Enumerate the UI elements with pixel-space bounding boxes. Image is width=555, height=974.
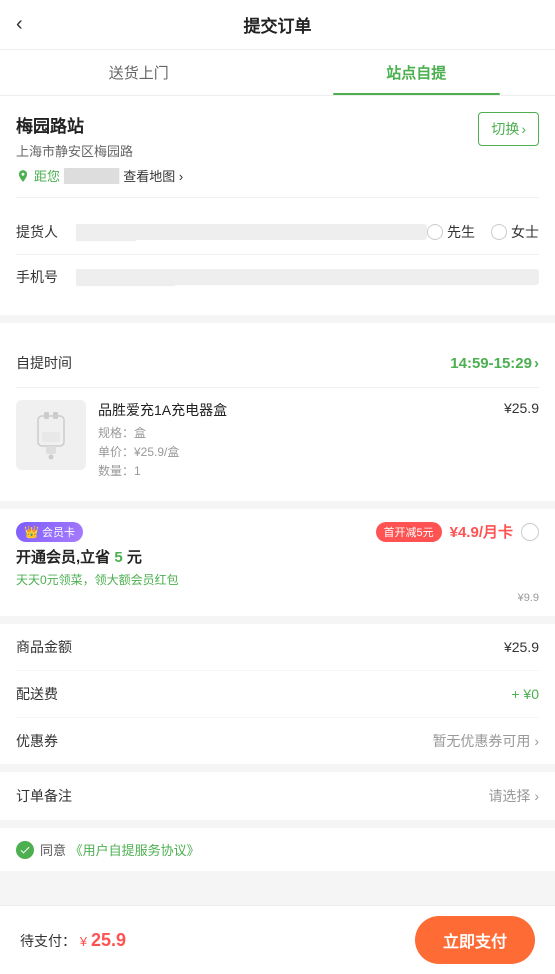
product-info: 品胜爱充1A充电器盒 规格：盒 单价：¥25.9/盒 数量：1: [98, 400, 492, 481]
member-card[interactable]: 👑 会员卡 首开减5元 ¥4.9/月卡 开通会员,立省 5 元 天天0元领菜，领…: [0, 509, 555, 616]
agreement-text: 同意 《用户自提服务协议》: [40, 840, 200, 859]
radio-mr[interactable]: 先生: [427, 222, 475, 242]
pay-button[interactable]: 立即支付: [415, 916, 535, 964]
pickup-person-row: 提货人 ██████ 先生 女士: [16, 210, 539, 255]
divider: [16, 197, 539, 198]
price-delivery-value: + ¥0: [511, 686, 539, 702]
product-qty: 数量：1: [98, 462, 492, 479]
member-subtitle: 天天0元领菜，领大额会员红包: [16, 571, 539, 588]
bottom-bar: 待支付： ¥ 25.9 立即支付: [0, 905, 555, 974]
page-title: 提交订单: [244, 12, 312, 37]
first-discount-badge: 首开减5元: [376, 522, 442, 542]
member-price-area: 首开减5元 ¥4.9/月卡: [376, 521, 540, 542]
distance-blur: ██████: [64, 168, 119, 183]
map-link[interactable]: 查看地图 ›: [123, 166, 183, 185]
note-row[interactable]: 订单备注 请选择 ›: [16, 772, 539, 820]
order-note-card: 订单备注 请选择 ›: [0, 772, 555, 820]
note-label: 订单备注: [16, 786, 72, 806]
product-name: 品胜爱充1A充电器盒: [98, 400, 492, 420]
check-icon: [19, 844, 31, 856]
bottom-amount-label: 待支付：: [20, 933, 76, 949]
tab-pickup[interactable]: 站点自提: [278, 50, 555, 95]
product-image: [16, 400, 86, 470]
member-select-circle[interactable]: [521, 523, 539, 541]
agreement-row: 同意 《用户自提服务协议》: [0, 828, 555, 871]
product-spec: 规格：盒: [98, 424, 492, 441]
back-button[interactable]: ‹: [16, 13, 23, 36]
radio-circle-mr: [427, 224, 443, 240]
pickup-person-label: 提货人: [16, 222, 76, 242]
radio-circle-ms: [491, 224, 507, 240]
charger-icon: [26, 410, 76, 460]
price-delivery-label: 配送费: [16, 684, 58, 704]
member-badge-icon: 👑: [24, 525, 39, 539]
pickup-time-row[interactable]: 自提时间 14:59-15:29 ›: [16, 339, 539, 388]
product-price: ¥25.9: [504, 400, 539, 416]
pickup-person-input[interactable]: ██████: [76, 224, 427, 240]
price-goods-label: 商品金额: [16, 637, 72, 657]
member-badge: 👑 会员卡: [16, 522, 83, 542]
radio-ms[interactable]: 女士: [491, 222, 539, 242]
pickup-time-value: 14:59-15:29 ›: [450, 355, 539, 372]
member-original-price: ¥9.9: [16, 592, 539, 604]
member-title-amount: 5: [114, 549, 122, 566]
member-title-row: 开通会员,立省 5 元: [16, 546, 539, 567]
member-badge-label: 会员卡: [42, 524, 75, 540]
bottom-amount: 待支付： ¥ 25.9: [20, 930, 126, 951]
station-address: 上海市静安区梅园路: [16, 141, 183, 160]
station-info: 梅园路站 上海市静安区梅园路 距您 ██████ 查看地图 ›: [16, 112, 183, 185]
price-goods-value: ¥25.9: [504, 639, 539, 655]
price-row-coupon[interactable]: 优惠券 暂无优惠券可用 ›: [16, 718, 539, 764]
agreement-link[interactable]: 《用户自提服务协议》: [70, 843, 200, 858]
agreement-text-prefix: 同意: [40, 843, 66, 858]
switch-chevron: ›: [521, 121, 526, 137]
phone-input[interactable]: ██████████: [76, 269, 539, 285]
location-icon: [16, 169, 30, 183]
switch-label: 切换: [491, 119, 519, 139]
station-distance: 距您 ██████ 查看地图 ›: [16, 166, 183, 185]
gender-ms-label: 女士: [511, 222, 539, 242]
tab-bar: 送货上门 站点自提: [0, 50, 555, 96]
member-title-prefix: 开通会员,立省: [16, 549, 110, 566]
distance-prefix: 距您: [34, 166, 60, 185]
gender-mr-label: 先生: [447, 222, 475, 242]
price-row-delivery: 配送费 + ¥0: [16, 671, 539, 718]
tab-delivery[interactable]: 送货上门: [0, 50, 278, 95]
price-row-goods: 商品金额 ¥25.9: [16, 624, 539, 671]
station-card: 梅园路站 上海市静安区梅园路 距您 ██████ 查看地图 › 切换 › 提货人…: [0, 96, 555, 315]
price-coupon-value: 暂无优惠券可用 ›: [432, 731, 539, 751]
price-list-card: 商品金额 ¥25.9 配送费 + ¥0 优惠券 暂无优惠券可用 ›: [0, 624, 555, 764]
gender-radio-group: 先生 女士: [427, 222, 539, 242]
bottom-currency: ¥: [80, 934, 87, 949]
phone-row: 手机号 ██████████: [16, 255, 539, 299]
price-coupon-label: 优惠券: [16, 731, 58, 751]
pickup-product-card: 自提时间 14:59-15:29 › 品胜爱充1A充电器盒 规格：盒 单价：¥2…: [0, 323, 555, 501]
station-name: 梅园路站: [16, 112, 183, 137]
agreement-checkbox[interactable]: [16, 841, 34, 859]
member-title: 开通会员,立省 5 元: [16, 546, 142, 567]
bottom-amount-value: 25.9: [91, 930, 126, 950]
note-value: 请选择 ›: [488, 786, 539, 806]
station-row: 梅园路站 上海市静安区梅园路 距您 ██████ 查看地图 › 切换 ›: [16, 112, 539, 185]
member-price: ¥4.9/月卡: [450, 521, 513, 542]
switch-station-button[interactable]: 切换 ›: [478, 112, 539, 146]
product-unit-price: 单价：¥25.9/盒: [98, 443, 492, 460]
pickup-time-label: 自提时间: [16, 353, 72, 373]
header: ‹ 提交订单: [0, 0, 555, 50]
member-title-suffix: 元: [127, 549, 142, 566]
member-top: 👑 会员卡 首开减5元 ¥4.9/月卡: [16, 521, 539, 542]
phone-label: 手机号: [16, 267, 76, 287]
product-row: 品胜爱充1A充电器盒 规格：盒 单价：¥25.9/盒 数量：1 ¥25.9: [16, 388, 539, 485]
